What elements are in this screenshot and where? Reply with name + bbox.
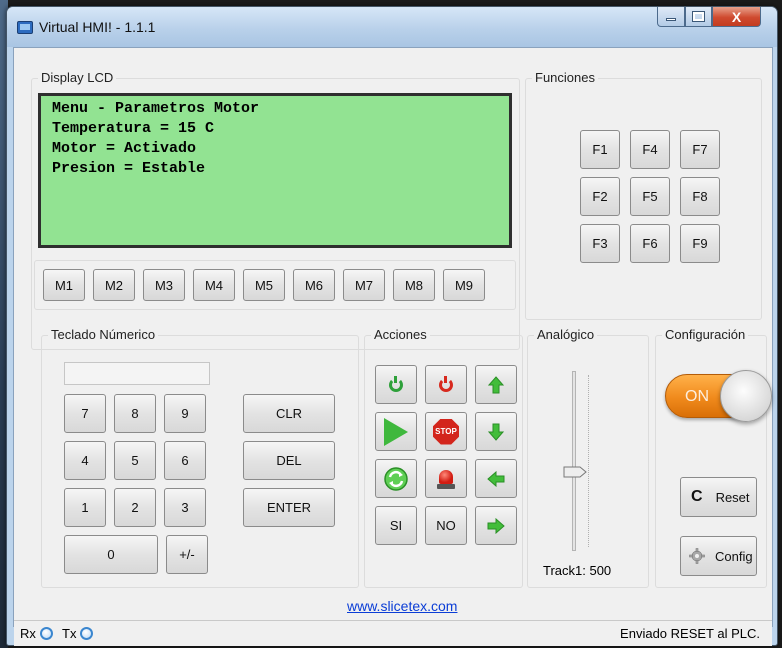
del-button[interactable]: DEL (243, 441, 335, 480)
configuracion-title: Configuración (662, 327, 749, 342)
window-title: Virtual HMI! - 1.1.1 (39, 19, 156, 35)
config-label: Config (715, 548, 753, 564)
alarm-button[interactable] (425, 459, 467, 498)
m4-button[interactable]: M4 (193, 269, 235, 301)
m5-button[interactable]: M5 (243, 269, 285, 301)
lcd-line: Menu - Parametros Motor (52, 100, 260, 117)
rx-led-icon (39, 627, 53, 640)
display-lcd-title: Display LCD (38, 70, 117, 85)
f6-button[interactable]: F6 (630, 224, 670, 263)
arrow-up-icon (488, 375, 504, 393)
f2-button[interactable]: F2 (580, 177, 620, 216)
key-2-button[interactable]: 2 (114, 488, 156, 527)
play-button[interactable] (375, 412, 417, 451)
f3-button[interactable]: F3 (580, 224, 620, 263)
key-8-button[interactable]: 8 (114, 394, 156, 433)
power-off-icon (439, 375, 453, 392)
lcd-line: Motor = Activado (52, 140, 197, 157)
arrow-left-icon (487, 470, 505, 487)
tx-label: Tx (62, 626, 77, 641)
power-on-icon (389, 375, 403, 392)
m1-button[interactable]: M1 (43, 269, 85, 301)
close-button[interactable]: X (712, 7, 761, 27)
key-7-button[interactable]: 7 (64, 394, 106, 433)
stop-power-button[interactable] (425, 365, 467, 404)
app-window: Virtual HMI! - 1.1.1 X Display LCD Menu … (6, 6, 778, 646)
key-6-button[interactable]: 6 (164, 441, 206, 480)
minimize-button[interactable] (657, 7, 685, 27)
key-3-button[interactable]: 3 (164, 488, 206, 527)
refresh-icon (384, 466, 408, 491)
gear-icon (689, 548, 705, 564)
key-9-button[interactable]: 9 (164, 394, 206, 433)
config-button[interactable]: Config (680, 536, 757, 576)
f9-button[interactable]: F9 (680, 224, 720, 263)
tx-led-icon (80, 627, 94, 640)
monitor-icon (17, 21, 33, 34)
play-icon (384, 417, 408, 446)
acciones-title: Acciones (371, 327, 430, 342)
slider-track[interactable] (572, 371, 576, 551)
lcd-screen: Menu - Parametros Motor Temperatura = 15… (38, 93, 512, 248)
lcd-line: Temperatura = 15 C (52, 120, 215, 137)
track-value-label: Track1: 500 (543, 563, 612, 578)
sign-toggle-button[interactable]: +/- (166, 535, 208, 574)
funciones-title: Funciones (532, 70, 598, 85)
teclado-title: Teclado Númerico (48, 327, 159, 342)
key-4-button[interactable]: 4 (64, 441, 106, 480)
m6-button[interactable]: M6 (293, 269, 335, 301)
m3-button[interactable]: M3 (143, 269, 185, 301)
m2-button[interactable]: M2 (93, 269, 135, 301)
key-0-button[interactable]: 0 (64, 535, 158, 574)
refresh-button[interactable] (375, 459, 417, 498)
status-bar: Rx Tx Enviado RESET al PLC. (14, 620, 772, 646)
arrow-right-icon (487, 517, 505, 534)
close-icon: X (731, 8, 742, 25)
slider-thumb[interactable] (563, 466, 587, 478)
tx-indicator: Tx (62, 626, 94, 641)
title-bar[interactable]: Virtual HMI! - 1.1.1 X (7, 7, 777, 47)
slider-ticks (588, 375, 590, 547)
no-button[interactable]: NO (425, 506, 467, 545)
numeric-display-field[interactable] (64, 362, 210, 385)
f5-button[interactable]: F5 (630, 177, 670, 216)
rx-label: Rx (20, 626, 36, 641)
f7-button[interactable]: F7 (680, 130, 720, 169)
start-power-button[interactable] (375, 365, 417, 404)
toggle-label: ON (685, 388, 709, 405)
right-arrow-button[interactable] (475, 506, 517, 545)
client-area: Display LCD Menu - Parametros Motor Temp… (13, 47, 773, 646)
maximize-button[interactable] (685, 7, 712, 27)
status-message: Enviado RESET al PLC. (620, 626, 760, 641)
minimize-icon (666, 18, 676, 21)
arrow-down-icon (488, 423, 504, 441)
enter-button[interactable]: ENTER (243, 488, 335, 527)
lcd-line: Presion = Estable (52, 160, 206, 177)
si-button[interactable]: SI (375, 506, 417, 545)
reset-label: Reset (715, 489, 750, 505)
clr-button[interactable]: CLR (243, 394, 335, 433)
key-1-button[interactable]: 1 (64, 488, 106, 527)
m8-button[interactable]: M8 (393, 269, 435, 301)
rx-indicator: Rx (20, 626, 53, 641)
key-5-button[interactable]: 5 (114, 441, 156, 480)
left-arrow-button[interactable] (475, 459, 517, 498)
down-arrow-button[interactable] (475, 412, 517, 451)
website-link[interactable]: www.slicetex.com (347, 598, 457, 614)
m9-button[interactable]: M9 (443, 269, 485, 301)
m7-button[interactable]: M7 (343, 269, 385, 301)
f1-button[interactable]: F1 (580, 130, 620, 169)
reset-button[interactable]: C Reset (680, 477, 757, 517)
f4-button[interactable]: F4 (630, 130, 670, 169)
up-arrow-button[interactable] (475, 365, 517, 404)
alarm-light-icon (437, 468, 455, 490)
maximize-icon (692, 11, 705, 22)
toggle-knob (720, 370, 772, 422)
on-off-toggle[interactable]: ON (665, 370, 772, 422)
stop-button[interactable]: STOP (425, 412, 467, 451)
reset-icon: C (691, 488, 703, 505)
analogico-title: Analógico (534, 327, 598, 342)
stop-sign-icon: STOP (433, 418, 459, 445)
f8-button[interactable]: F8 (680, 177, 720, 216)
